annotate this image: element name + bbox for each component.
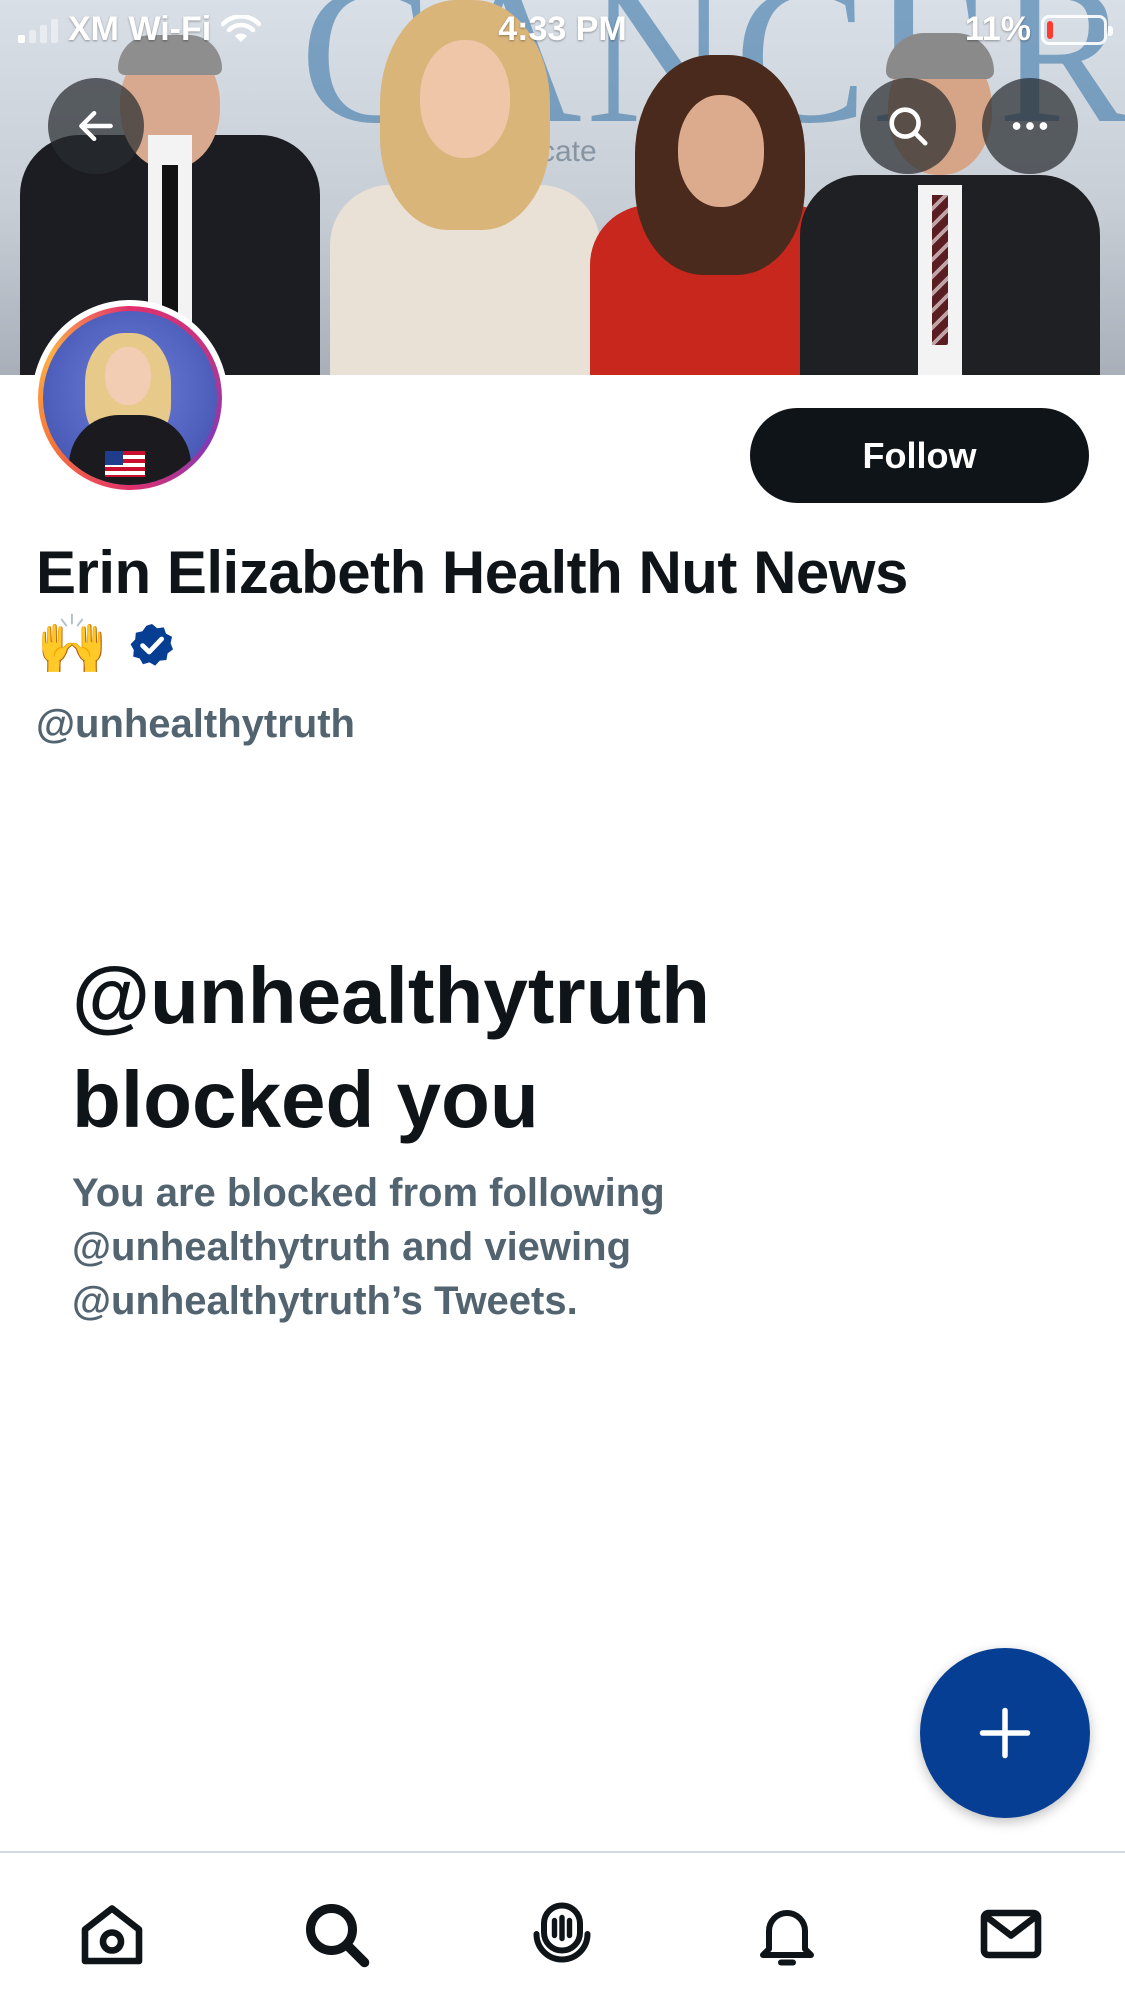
clock: 4:33 PM: [498, 10, 627, 48]
spaces-icon: [533, 1902, 591, 1963]
flag-graphic: [105, 451, 145, 477]
tab-search[interactable]: [291, 1889, 381, 1979]
follow-button[interactable]: Follow: [750, 408, 1089, 503]
tab-notifications[interactable]: [742, 1889, 832, 1979]
bottom-tab-bar: [0, 1851, 1125, 2001]
story-ring: [38, 306, 222, 490]
profile-avatar[interactable]: [32, 300, 228, 496]
battery-level-fill: [1047, 20, 1053, 39]
search-button[interactable]: [860, 78, 956, 174]
tab-spaces[interactable]: [517, 1889, 607, 1979]
compose-tweet-button[interactable]: [920, 1648, 1090, 1818]
battery-icon: [1041, 14, 1113, 45]
plus-icon: [979, 1707, 1031, 1759]
raised-hands-emoji: 🙌: [36, 612, 109, 677]
bell-icon: [760, 1910, 814, 1966]
home-icon: [81, 1905, 143, 1965]
avatar-image: [43, 311, 217, 485]
status-bar: XM Wi-Fi 4:33 PM 11%: [0, 0, 1125, 62]
profile-handle: @unhealthytruth: [36, 702, 355, 746]
profile-display-name: Erin Elizabeth Health Nut News: [36, 539, 908, 606]
battery-percent: 11%: [964, 10, 1031, 48]
blocked-title: @unhealthytruth blocked you: [72, 951, 710, 1144]
mail-icon: [980, 1909, 1042, 1959]
banner-person: [800, 25, 1100, 375]
tab-home[interactable]: [67, 1889, 157, 1979]
blocked-description: You are blocked from following @unhealth…: [72, 1171, 665, 1323]
arrow-left-icon: [79, 110, 113, 142]
verified-badge-icon[interactable]: [128, 621, 176, 669]
more-options-button[interactable]: [982, 78, 1078, 174]
search-icon: [889, 107, 928, 146]
search-icon: [306, 1904, 370, 1968]
battery-indicator: 11%: [964, 10, 1113, 49]
back-button[interactable]: [48, 78, 144, 174]
name-badges: 🙌: [36, 616, 176, 674]
tab-messages[interactable]: [966, 1889, 1056, 1979]
more-horizontal-icon: [1012, 122, 1048, 130]
